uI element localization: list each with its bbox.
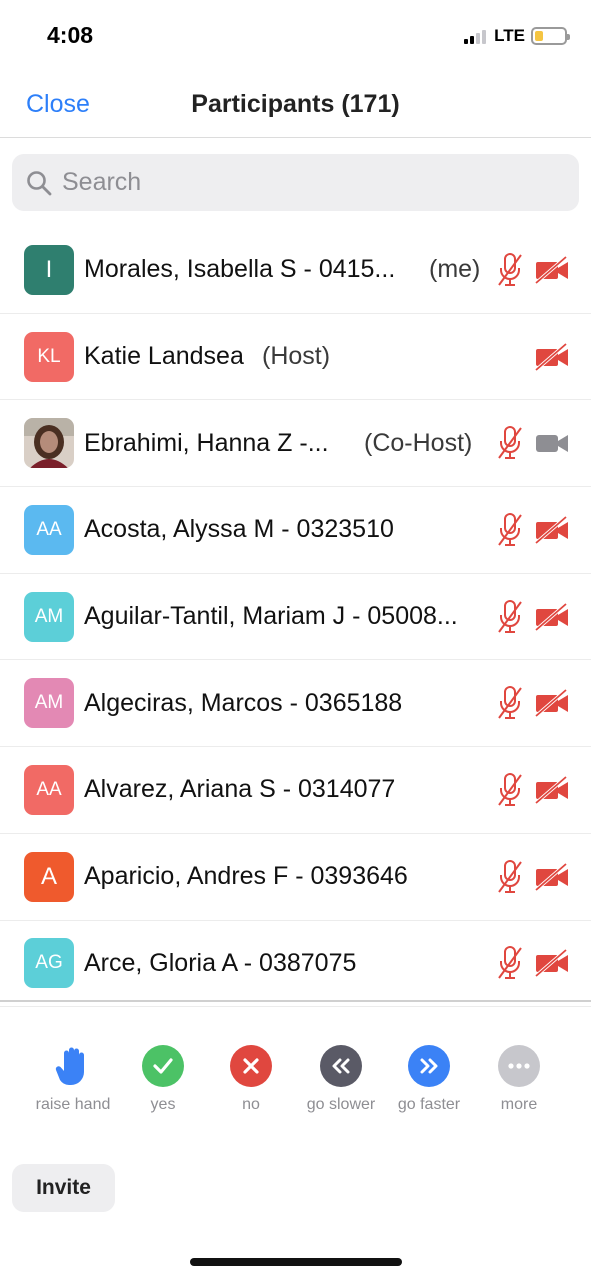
x-icon: [206, 1045, 296, 1087]
more-button[interactable]: more: [474, 1045, 564, 1114]
mic-muted-icon[interactable]: [497, 599, 523, 635]
participant-row[interactable]: AA Acosta, Alyssa M - 0323510: [0, 487, 591, 574]
divider: [0, 1000, 591, 1002]
signal-icon: [464, 28, 488, 44]
avatar: AA: [24, 504, 74, 555]
participant-role: (Host): [262, 342, 331, 371]
status-bar: 4:08 LTE: [0, 0, 591, 72]
participant-name: Arce, Gloria A - 0387075: [84, 948, 357, 977]
participant-row[interactable]: AA Alvarez, Ariana S - 0314077: [0, 747, 591, 834]
nav-bar: Close Participants (171): [0, 72, 591, 138]
video-off-icon[interactable]: [535, 862, 569, 891]
search-icon: [27, 170, 52, 195]
participant-name: Katie Landsea: [84, 342, 244, 371]
participant-row[interactable]: AG Arce, Gloria A - 0387075: [0, 921, 591, 1008]
video-off-icon[interactable]: [535, 255, 569, 284]
participant-row[interactable]: A Aparicio, Andres F - 0393646: [0, 834, 591, 921]
avatar: AM: [24, 591, 74, 642]
video-off-icon[interactable]: [535, 689, 569, 718]
mic-muted-icon[interactable]: [497, 772, 523, 808]
participant-row[interactable]: I Morales, Isabella S - 0415... (me): [0, 227, 591, 314]
video-off-icon[interactable]: [535, 602, 569, 631]
participant-name: Acosta, Alyssa M - 0323510: [84, 515, 394, 544]
search-bar[interactable]: [12, 154, 579, 211]
video-on-icon[interactable]: [535, 429, 569, 457]
avatar: AM: [24, 678, 74, 729]
avatar: KL: [24, 331, 74, 382]
fast-forward-icon: [384, 1045, 474, 1087]
participant-name: Morales, Isabella S - 0415...: [84, 255, 396, 284]
home-indicator: [190, 1258, 402, 1266]
avatar: I: [24, 244, 74, 295]
close-button[interactable]: Close: [26, 90, 90, 119]
participant-name: Aparicio, Andres F - 0393646: [84, 862, 408, 891]
checkmark-icon: [118, 1045, 208, 1087]
more-icon: [474, 1045, 564, 1087]
mic-muted-icon[interactable]: [497, 945, 523, 981]
status-time: 4:08: [47, 22, 94, 48]
participant-name: Aguilar-Tantil, Mariam J - 05008...: [84, 602, 458, 631]
network-label: LTE: [494, 26, 525, 45]
raise-hand-button[interactable]: raise hand: [28, 1045, 118, 1114]
participant-row[interactable]: Ebrahimi, Hanna Z -... (Co-Host): [0, 400, 591, 488]
video-off-icon[interactable]: [535, 775, 569, 804]
battery-icon: [531, 27, 570, 45]
participant-row[interactable]: AM Algeciras, Marcos - 0365188: [0, 660, 591, 748]
reaction-label: more: [500, 1096, 538, 1113]
reaction-label: go slower: [306, 1096, 376, 1113]
rewind-icon: [296, 1045, 386, 1087]
yes-button[interactable]: yes: [118, 1045, 208, 1114]
participant-row[interactable]: AM Aguilar-Tantil, Mariam J - 05008...: [0, 574, 591, 661]
reaction-label: go faster: [397, 1096, 461, 1113]
reaction-label: raise hand: [35, 1096, 111, 1113]
mic-muted-icon[interactable]: [497, 685, 523, 721]
video-off-icon[interactable]: [535, 949, 569, 978]
participant-name: Alvarez, Ariana S - 0314077: [84, 775, 396, 804]
reaction-label: yes: [150, 1096, 176, 1113]
avatar-photo: [24, 418, 74, 469]
mic-muted-icon[interactable]: [497, 859, 523, 895]
mic-muted-icon[interactable]: [497, 252, 523, 288]
go-slower-button[interactable]: go slower: [296, 1045, 386, 1114]
no-button[interactable]: no: [206, 1045, 296, 1114]
reaction-label: no: [242, 1096, 260, 1113]
status-indicators: LTE: [464, 26, 570, 46]
mic-muted-icon[interactable]: [497, 425, 523, 461]
go-faster-button[interactable]: go faster: [384, 1045, 474, 1114]
mic-muted-icon[interactable]: [497, 512, 523, 548]
participant-list: I Morales, Isabella S - 0415... (me) KL Kati…: [0, 227, 591, 1008]
participant-name: Ebrahimi, Hanna Z -...: [84, 428, 329, 457]
participant-name: Algeciras, Marcos - 0365188: [84, 688, 403, 717]
avatar: AG: [24, 938, 74, 989]
participant-row[interactable]: KL Katie Landsea (Host): [0, 314, 591, 401]
avatar: [24, 418, 74, 469]
avatar: AA: [24, 764, 74, 815]
raise-hand-icon: [28, 1045, 118, 1087]
video-off-icon[interactable]: [535, 515, 569, 544]
search-input[interactable]: [62, 168, 542, 197]
reactions-bar: raise hand yes no go slower go faster more: [0, 1045, 591, 1125]
invite-button[interactable]: Invite: [12, 1164, 115, 1212]
participant-role: (me): [429, 255, 481, 284]
avatar: A: [24, 851, 74, 902]
video-off-icon[interactable]: [535, 342, 569, 371]
participant-role: (Co-Host): [364, 428, 473, 457]
